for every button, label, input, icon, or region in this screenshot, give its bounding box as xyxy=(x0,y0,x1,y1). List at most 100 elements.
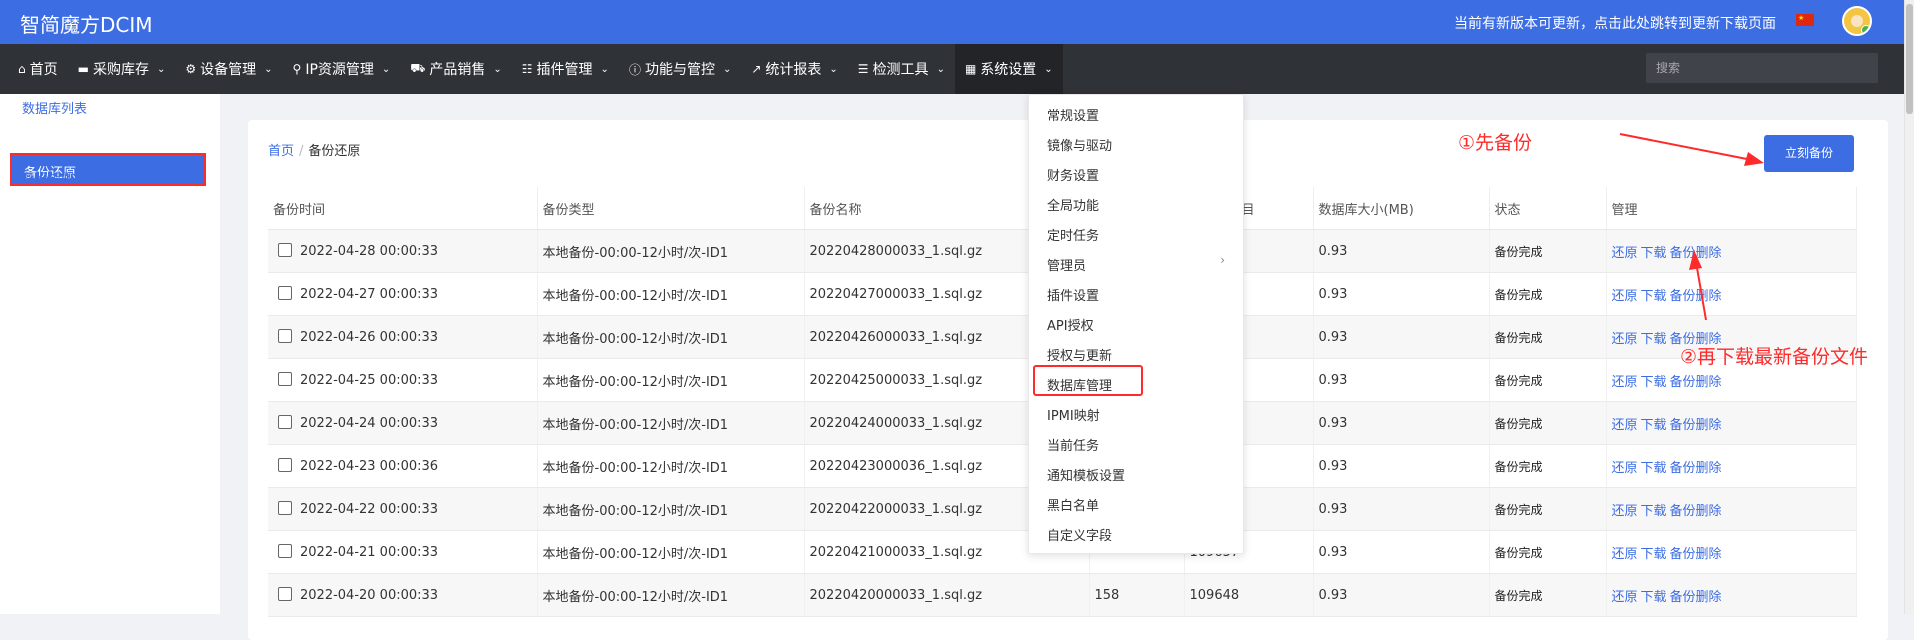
nav-item-icon: ☷ xyxy=(521,62,533,76)
backup-now-button[interactable]: 立刻备份 xyxy=(1764,135,1854,172)
system-menu-item-0[interactable]: 常规设置 xyxy=(1047,105,1099,124)
restore-link[interactable]: 还原 xyxy=(1612,461,1638,476)
row-checkbox[interactable] xyxy=(278,587,292,601)
column-header-time[interactable]: 备份时间 xyxy=(268,187,538,230)
delete-backup-link[interactable]: 备份删除 xyxy=(1670,590,1722,605)
sidebar-item-backup-rules[interactable]: 备份规则列表 xyxy=(22,168,100,187)
delete-backup-link[interactable]: 备份删除 xyxy=(1670,246,1722,261)
delete-backup-link[interactable]: 备份删除 xyxy=(1670,461,1722,476)
system-menu-item-6[interactable]: 插件设置 xyxy=(1047,285,1099,304)
cell-time-text: 2022-04-28 00:00:33 xyxy=(300,244,439,259)
download-link[interactable]: 下载 xyxy=(1641,504,1667,519)
system-menu-item-9[interactable]: 数据库管理 xyxy=(1047,375,1112,394)
nav-item-3[interactable]: ⚲ IP资源管理 ⌄ xyxy=(283,44,401,94)
cell-status: 备份完成 xyxy=(1489,530,1607,574)
system-menu-item-1[interactable]: 镜像与驱动 xyxy=(1047,135,1112,154)
delete-backup-link[interactable]: 备份删除 xyxy=(1670,547,1722,562)
row-checkbox[interactable] xyxy=(278,458,292,472)
cell-status: 备份完成 xyxy=(1489,444,1607,488)
annotation-step2: ②再下载最新备份文件 xyxy=(1680,346,1869,368)
system-menu-item-11[interactable]: 当前任务 xyxy=(1047,435,1099,454)
nav-search-input[interactable] xyxy=(1646,53,1878,83)
delete-backup-link[interactable]: 备份删除 xyxy=(1670,289,1722,304)
column-header-type[interactable]: 备份类型 xyxy=(537,187,805,230)
download-link[interactable]: 下载 xyxy=(1641,461,1667,476)
row-checkbox[interactable] xyxy=(278,372,292,386)
system-menu-item-4[interactable]: 定时任务 xyxy=(1047,225,1099,244)
download-link[interactable]: 下载 xyxy=(1641,590,1667,605)
system-menu-item-3[interactable]: 全局功能 xyxy=(1047,195,1099,214)
user-avatar[interactable] xyxy=(1842,6,1872,36)
breadcrumb-home-link[interactable]: 首页 xyxy=(268,144,294,159)
chevron-down-icon: ⌄ xyxy=(1044,63,1053,75)
language-flag-icon[interactable]: ★ xyxy=(1796,14,1814,26)
cell-type: 本地备份-00:00-12小时/次-ID1 xyxy=(537,530,805,574)
download-link[interactable]: 下载 xyxy=(1641,418,1667,433)
nav-item-2[interactable]: ⚙ 设备管理 ⌄ xyxy=(175,44,282,94)
delete-backup-link[interactable]: 备份删除 xyxy=(1670,418,1722,433)
cell-time: 2022-04-20 00:00:33 xyxy=(268,573,538,617)
nav-item-8[interactable]: ☰ 检测工具 ⌄ xyxy=(848,44,955,94)
cell-actions: 还原 下载 备份删除 xyxy=(1606,530,1857,574)
restore-link[interactable]: 还原 xyxy=(1612,289,1638,304)
row-checkbox[interactable] xyxy=(278,286,292,300)
system-menu-item-14[interactable]: 自定义字段 xyxy=(1047,525,1112,544)
column-header-status[interactable]: 状态 xyxy=(1489,187,1607,230)
row-checkbox[interactable] xyxy=(278,501,292,515)
nav-item-icon: ↗ xyxy=(751,62,762,76)
cell-size: 0.93 xyxy=(1313,315,1490,359)
cell-name-text: 20220423000036_1.sql.gz xyxy=(809,458,983,474)
brand-title[interactable]: 智简魔方DCIM xyxy=(20,9,153,38)
download-link[interactable]: 下载 xyxy=(1641,332,1667,347)
nav-item-0[interactable]: ⌂ 首页 xyxy=(8,44,68,94)
restore-link[interactable]: 还原 xyxy=(1612,590,1638,605)
cell-type-text: 本地备份-00:00-12小时/次-ID1 xyxy=(542,546,729,562)
nav-item-icon: ▬ xyxy=(77,62,89,76)
sidebar-item-database-list[interactable]: 数据库列表 xyxy=(22,98,87,117)
update-link[interactable]: 当前有新版本可更新，点击此处跳转到更新下载页面 xyxy=(1454,13,1776,33)
system-menu-item-10[interactable]: IPMI映射 xyxy=(1047,405,1100,424)
nav-item-5[interactable]: ☷ 插件管理 ⌄ xyxy=(512,44,619,94)
cell-name-text: 20220420000033_1.sql.gz xyxy=(809,587,983,603)
nav-item-1[interactable]: ▬ 采购库存 ⌄ xyxy=(68,44,176,94)
nav-item-9[interactable]: ▦ 系统设置 ⌄ xyxy=(954,44,1063,94)
restore-link[interactable]: 还原 xyxy=(1612,547,1638,562)
row-checkbox[interactable] xyxy=(278,415,292,429)
scrollbar-thumb[interactable] xyxy=(1906,4,1913,114)
download-link[interactable]: 下载 xyxy=(1641,547,1667,562)
system-menu-item-2[interactable]: 财务设置 xyxy=(1047,165,1099,184)
cell-entries-text: 109648 xyxy=(1189,587,1240,603)
restore-link[interactable]: 还原 xyxy=(1612,332,1638,347)
sidebar: 数据库列表 备份还原 备份规则列表 xyxy=(0,94,220,614)
system-menu-item-12[interactable]: 通知模板设置 xyxy=(1047,465,1125,484)
restore-link[interactable]: 还原 xyxy=(1612,504,1638,519)
page-scrollbar[interactable] xyxy=(1904,0,1914,614)
row-checkbox[interactable] xyxy=(278,243,292,257)
cell-time-text: 2022-04-21 00:00:33 xyxy=(300,545,439,560)
download-link[interactable]: 下载 xyxy=(1641,375,1667,390)
row-checkbox[interactable] xyxy=(278,544,292,558)
nav-item-6[interactable]: ⓘ 功能与管控 ⌄ xyxy=(619,44,741,94)
restore-link[interactable]: 还原 xyxy=(1612,246,1638,261)
annotation-step1: ①先备份 xyxy=(1458,132,1533,154)
column-header-size[interactable]: 数据库大小(MB) xyxy=(1313,187,1490,230)
nav-item-icon: ☰ xyxy=(857,62,869,76)
download-link[interactable]: 下载 xyxy=(1641,289,1667,304)
cell-time-text: 2022-04-27 00:00:33 xyxy=(300,287,439,302)
restore-link[interactable]: 还原 xyxy=(1612,418,1638,433)
system-menu-item-5[interactable]: 管理员 xyxy=(1047,255,1086,274)
nav-item-4[interactable]: ⛟ 产品销售 ⌄ xyxy=(400,44,512,94)
system-menu-item-13[interactable]: 黑白名单 xyxy=(1047,495,1099,514)
delete-backup-link[interactable]: 备份删除 xyxy=(1670,375,1722,390)
cell-time-text: 2022-04-22 00:00:33 xyxy=(300,502,439,517)
system-menu-item-7[interactable]: API授权 xyxy=(1047,315,1094,334)
system-menu-item-8[interactable]: 授权与更新 xyxy=(1047,345,1112,364)
nav-item-7[interactable]: ↗ 统计报表 ⌄ xyxy=(741,44,847,94)
row-checkbox[interactable] xyxy=(278,329,292,343)
delete-backup-link[interactable]: 备份删除 xyxy=(1670,504,1722,519)
restore-link[interactable]: 还原 xyxy=(1612,375,1638,390)
nav-item-icon: ⛟ xyxy=(410,61,426,75)
nav-item-label: 系统设置 xyxy=(980,62,1037,78)
cell-status-text: 备份完成 xyxy=(1494,287,1543,302)
download-link[interactable]: 下载 xyxy=(1641,246,1667,261)
